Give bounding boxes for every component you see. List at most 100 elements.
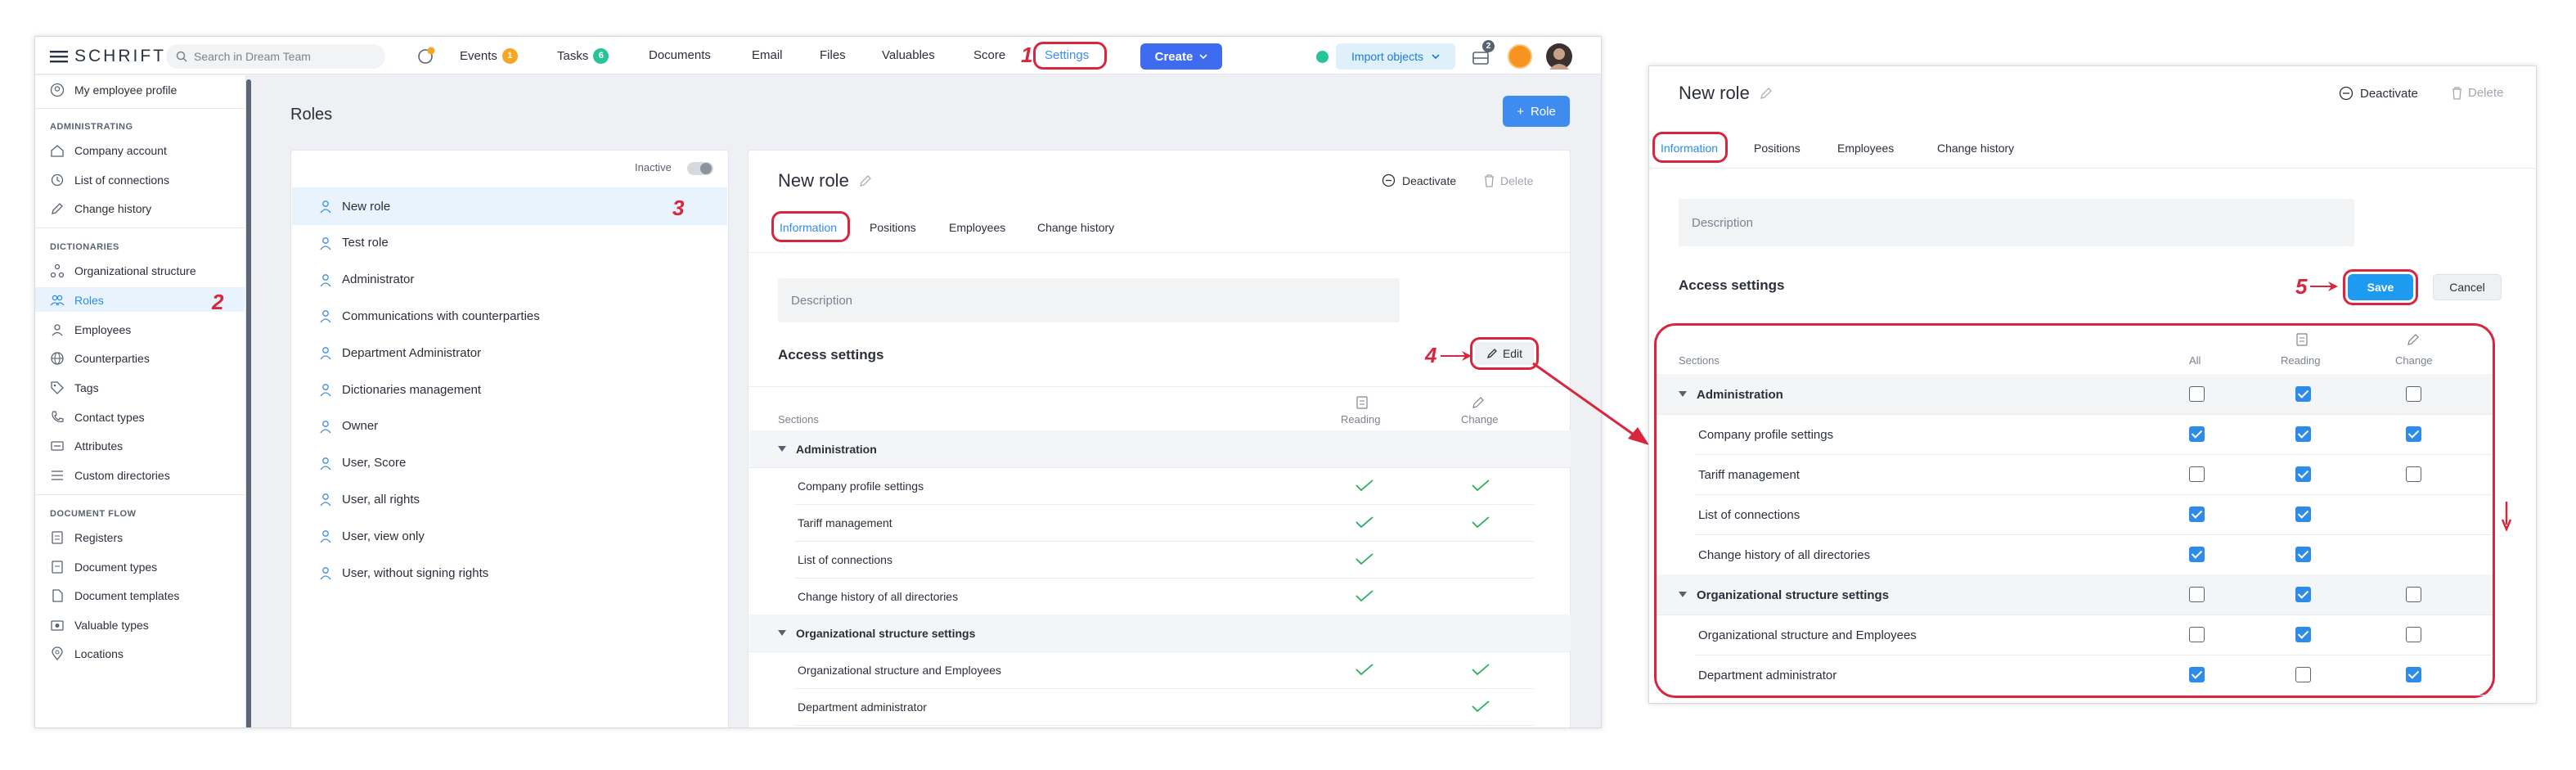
checkbox-all[interactable] <box>2189 667 2205 682</box>
sidebar-item-change-history[interactable]: Change history <box>50 200 151 217</box>
role-list-item[interactable]: Owner <box>319 417 378 435</box>
role-list-item[interactable]: Communications with counterparties <box>319 307 540 325</box>
sidebar-item-company-account[interactable]: Company account <box>50 142 167 159</box>
checkbox-reading[interactable] <box>2295 627 2311 642</box>
checkbox-change[interactable] <box>2406 667 2421 682</box>
edit-button[interactable]: Edit <box>1475 342 1534 365</box>
role-list-item[interactable]: Dictionaries management <box>319 380 481 399</box>
checkbox-all[interactable] <box>2189 507 2205 522</box>
sidebar-scrollbar[interactable] <box>246 79 251 727</box>
role-list-item[interactable]: User, all rights <box>319 490 420 508</box>
checkbox-reading[interactable] <box>2295 667 2311 682</box>
checkbox-all[interactable] <box>2189 386 2205 402</box>
tab-positions[interactable]: Positions <box>870 221 916 234</box>
checkbox-reading[interactable] <box>2295 587 2311 602</box>
checkbox-change[interactable] <box>2406 426 2421 442</box>
sidebar-item-my-profile[interactable]: My employee profile <box>50 82 177 98</box>
role-list-item[interactable]: Administrator <box>319 271 414 289</box>
tab-employees[interactable]: Employees <box>949 221 1005 234</box>
tab-information[interactable]: Information <box>780 221 837 234</box>
tab-employees[interactable]: Employees <box>1837 142 1894 155</box>
sidebar-item-document-templates[interactable]: Document templates <box>50 588 179 604</box>
list-icon <box>50 468 65 483</box>
role-list-item[interactable]: Department Administrator <box>319 344 481 362</box>
location-icon <box>50 646 65 661</box>
nav-email[interactable]: Email <box>752 48 783 62</box>
checkbox-change[interactable] <box>2406 587 2421 602</box>
add-role-button[interactable]: + Role <box>1503 96 1570 127</box>
nav-tasks-label: Tasks <box>557 49 589 63</box>
import-objects-button[interactable]: Import objects <box>1336 43 1455 70</box>
search-input[interactable]: Search in Dream Team <box>166 44 385 69</box>
nav-documents[interactable]: Documents <box>649 48 711 62</box>
deactivate-button[interactable]: Deactivate <box>2339 86 2418 101</box>
cancel-button[interactable]: Cancel <box>2433 274 2502 300</box>
checkbox-all[interactable] <box>2189 466 2205 482</box>
sidebar-item-counterparties[interactable]: Counterparties <box>50 350 150 367</box>
sidebar-item-tags[interactable]: Tags <box>50 380 99 396</box>
sidebar-item-custom-directories[interactable]: Custom directories <box>50 467 170 484</box>
bell-icon[interactable] <box>416 46 437 65</box>
sidebar-item-employees[interactable]: Employees <box>50 322 131 338</box>
role-list-item[interactable]: User, view only <box>319 527 425 545</box>
logo[interactable]: SCHRIFT <box>50 47 166 66</box>
checkbox-reading[interactable] <box>2295 547 2311 562</box>
checkbox-all[interactable] <box>2189 587 2205 602</box>
tab-information[interactable]: Information <box>1661 142 1718 155</box>
check-icon <box>1472 516 1490 528</box>
caret-down-icon[interactable] <box>778 630 786 637</box>
menu-icon[interactable] <box>50 49 68 64</box>
caret-down-icon[interactable] <box>1679 391 1687 398</box>
sidebar-item-contact-types[interactable]: Contact types <box>50 409 145 426</box>
sidebar-item-organizational-structure[interactable]: Organizational structure <box>50 263 196 279</box>
checkbox-all[interactable] <box>2189 627 2205 642</box>
nav-valuables[interactable]: Valuables <box>882 48 935 62</box>
save-button[interactable]: Save <box>2348 274 2413 300</box>
edit-title-icon[interactable] <box>858 173 873 188</box>
sidebar-item-label: Roles <box>74 294 104 307</box>
nav-tasks[interactable]: Tasks 6 <box>557 48 609 64</box>
delete-button[interactable]: Delete <box>2451 86 2503 100</box>
checkbox-reading[interactable] <box>2295 386 2311 402</box>
nav-settings[interactable]: Settings <box>1045 48 1089 62</box>
role-list-item[interactable]: User, Score <box>319 454 406 472</box>
description-field[interactable]: Description <box>1679 199 2354 246</box>
delete-button[interactable]: Delete <box>1483 173 1533 187</box>
deactivate-button[interactable]: Deactivate <box>1382 173 1456 187</box>
caret-down-icon[interactable] <box>778 446 786 453</box>
sidebar-item-list-of-connections[interactable]: List of connections <box>50 172 169 188</box>
nav-score[interactable]: Score <box>973 48 1005 62</box>
sidebar-item-label: Document types <box>74 561 158 574</box>
checkbox-reading[interactable] <box>2295 466 2311 482</box>
user-avatar[interactable] <box>1546 43 1572 70</box>
caret-down-icon[interactable] <box>1679 592 1687 598</box>
role-list-item[interactable]: Test role <box>319 234 389 252</box>
checkbox-all[interactable] <box>2189 547 2205 562</box>
edit-title-icon[interactable] <box>1759 86 1774 101</box>
sidebar-item-registers[interactable]: Registers <box>50 529 123 546</box>
sidebar-item-locations[interactable]: Locations <box>50 646 124 662</box>
sidebar-item-roles[interactable]: Roles <box>50 292 104 308</box>
create-button[interactable]: Create <box>1140 43 1222 70</box>
description-field[interactable]: Description <box>778 278 1400 322</box>
tab-change-history[interactable]: Change history <box>1937 142 2014 155</box>
role-list-item[interactable]: User, without signing rights <box>319 564 488 582</box>
checkbox-change[interactable] <box>2406 386 2421 402</box>
company-avatar[interactable] <box>1508 44 1532 69</box>
checkbox-reading[interactable] <box>2295 507 2311 522</box>
nav-files[interactable]: Files <box>820 48 846 62</box>
tab-change-history[interactable]: Change history <box>1037 221 1114 234</box>
role-list-item[interactable]: New role <box>319 197 390 215</box>
sidebar-item-attributes[interactable]: Attributes <box>50 438 123 454</box>
sidebar-item-document-types[interactable]: Document types <box>50 559 157 575</box>
checkbox-reading[interactable] <box>2295 426 2311 442</box>
tab-positions[interactable]: Positions <box>1754 142 1801 155</box>
checkbox-change[interactable] <box>2406 466 2421 482</box>
inactive-toggle[interactable] <box>687 162 713 175</box>
nav-events[interactable]: Events 1 <box>460 48 518 64</box>
sidebar-item-valuable-types[interactable]: Valuable types <box>50 617 149 633</box>
checkbox-change[interactable] <box>2406 627 2421 642</box>
sidebar-item-label: Document templates <box>74 589 180 602</box>
checkbox-all[interactable] <box>2189 426 2205 442</box>
sidebar-item-label: Employees <box>74 323 132 336</box>
